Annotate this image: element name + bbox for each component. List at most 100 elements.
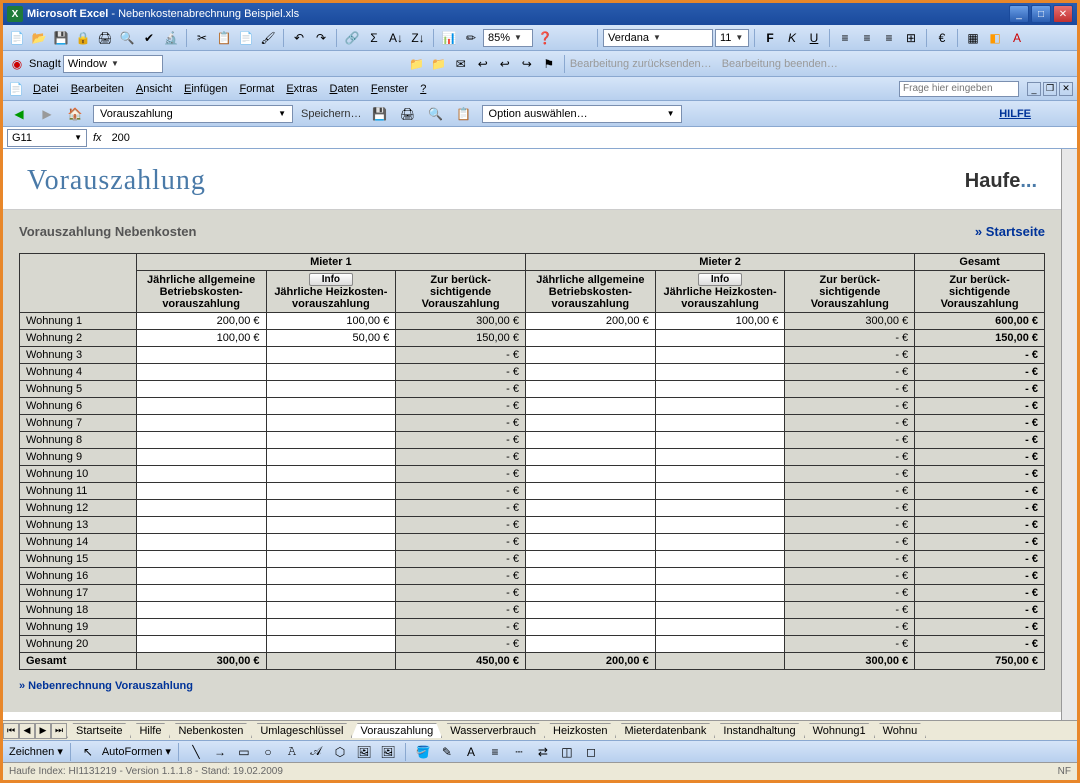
cell[interactable]	[525, 551, 655, 568]
folder2-icon[interactable]: 📁	[429, 54, 449, 74]
maximize-button[interactable]: □	[1031, 5, 1051, 23]
cell[interactable]	[525, 534, 655, 551]
cell[interactable]	[525, 466, 655, 483]
cell[interactable]	[136, 636, 266, 653]
zeichnen-menu[interactable]: Zeichnen ▾	[9, 745, 63, 758]
arrow-shape-icon[interactable]: →	[210, 742, 230, 762]
line-color-icon[interactable]: ✎	[437, 742, 457, 762]
cell[interactable]	[266, 466, 396, 483]
menu-item-ansicht[interactable]: Ansicht	[130, 81, 178, 97]
cell[interactable]	[136, 551, 266, 568]
snagit-icon[interactable]: ◉	[7, 54, 27, 74]
borders-icon[interactable]: ▦	[963, 28, 983, 48]
drawing-icon[interactable]: ✏	[461, 28, 481, 48]
back-icon[interactable]: ◀	[9, 104, 29, 124]
cell[interactable]	[136, 415, 266, 432]
sort-desc-icon[interactable]: Z↓	[408, 28, 428, 48]
fill-color-icon[interactable]: ◧	[985, 28, 1005, 48]
fill-color2-icon[interactable]: 🪣	[413, 742, 433, 762]
cell[interactable]	[525, 330, 655, 347]
align-left-icon[interactable]: ≡	[835, 28, 855, 48]
wordart-icon[interactable]: 𝒜	[306, 742, 326, 762]
minimize-button[interactable]: _	[1009, 5, 1029, 23]
print2-icon[interactable]: 🖨	[398, 104, 418, 124]
startseite-link[interactable]: » Startseite	[975, 224, 1045, 239]
cell[interactable]	[525, 619, 655, 636]
menu-item-extras[interactable]: Extras	[280, 81, 323, 97]
cell[interactable]	[136, 602, 266, 619]
folder-icon[interactable]: 📁	[407, 54, 427, 74]
cell[interactable]	[655, 449, 785, 466]
tab-nav-prev[interactable]: ◀	[19, 723, 35, 739]
clipart-icon[interactable]: 🖼	[354, 742, 374, 762]
cell[interactable]	[136, 619, 266, 636]
menu-item-format[interactable]: Format	[233, 81, 280, 97]
speichern-link[interactable]: Speichern…	[301, 108, 362, 120]
reply-icon[interactable]: ↩	[473, 54, 493, 74]
cell[interactable]	[266, 432, 396, 449]
help-search-input[interactable]	[899, 81, 1019, 97]
fontsize-dropdown[interactable]: 11▼	[715, 29, 749, 47]
preview2-icon[interactable]: 🔍	[426, 104, 446, 124]
cell[interactable]	[136, 347, 266, 364]
dash-style-icon[interactable]: ┄	[509, 742, 529, 762]
cell[interactable]: 100,00 €	[266, 313, 396, 330]
nebenrechnung-link[interactable]: » Nebenrechnung Vorauszahlung	[19, 680, 1045, 692]
cell[interactable]	[266, 602, 396, 619]
cell[interactable]	[266, 364, 396, 381]
print-icon[interactable]: 🖨	[95, 28, 115, 48]
cell[interactable]	[655, 398, 785, 415]
cell[interactable]	[525, 602, 655, 619]
cell[interactable]	[655, 364, 785, 381]
sort-asc-icon[interactable]: A↓	[386, 28, 406, 48]
cell[interactable]	[266, 534, 396, 551]
cell[interactable]	[136, 585, 266, 602]
chart-icon[interactable]: 📊	[439, 28, 459, 48]
cell[interactable]	[266, 585, 396, 602]
currency-icon[interactable]: €	[932, 28, 952, 48]
merge-icon[interactable]: ⊞	[901, 28, 921, 48]
tab-nav-first[interactable]: ⏮	[3, 723, 19, 739]
flag-icon[interactable]: ⚑	[539, 54, 559, 74]
cell[interactable]	[136, 568, 266, 585]
diagram-icon[interactable]: ⬡	[330, 742, 350, 762]
info-button-2[interactable]: Info	[698, 273, 742, 286]
undo-icon[interactable]: ↶	[289, 28, 309, 48]
oval-icon[interactable]: ○	[258, 742, 278, 762]
sheet-tab[interactable]: Wohnu	[874, 723, 927, 738]
cell[interactable]	[655, 483, 785, 500]
cell[interactable]	[525, 398, 655, 415]
help-icon[interactable]: ❓	[535, 28, 555, 48]
sheet-tab[interactable]: Wohnung1	[804, 723, 875, 738]
align-center-icon[interactable]: ≡	[857, 28, 877, 48]
cell[interactable]	[266, 500, 396, 517]
sheet-tab[interactable]: Nebenkosten	[169, 723, 252, 738]
cut-icon[interactable]: ✂	[192, 28, 212, 48]
name-box[interactable]: G11▼	[7, 129, 87, 147]
cell[interactable]	[525, 381, 655, 398]
cell[interactable]	[525, 517, 655, 534]
copy-icon[interactable]: 📋	[214, 28, 234, 48]
picture-icon[interactable]: 🖼	[378, 742, 398, 762]
cell[interactable]	[266, 483, 396, 500]
cell[interactable]	[655, 347, 785, 364]
cell[interactable]	[136, 381, 266, 398]
sheet-tab[interactable]: Wasserverbrauch	[441, 723, 545, 738]
print-preview-icon[interactable]: 🔍	[117, 28, 137, 48]
cell[interactable]	[266, 551, 396, 568]
cell[interactable]	[655, 568, 785, 585]
home-icon[interactable]: 🏠	[65, 104, 85, 124]
info-button-1[interactable]: Info	[309, 273, 353, 286]
align-right-icon[interactable]: ≡	[879, 28, 899, 48]
sheet-tab[interactable]: Umlageschlüssel	[251, 723, 352, 738]
menu-item-datei[interactable]: Datei	[27, 81, 65, 97]
cell[interactable]	[266, 517, 396, 534]
cell[interactable]	[655, 551, 785, 568]
cell[interactable]	[655, 619, 785, 636]
cell[interactable]	[266, 568, 396, 585]
worksheet-area[interactable]: Vorauszahlung Haufe... Vorauszahlung Neb…	[3, 149, 1061, 720]
menu-item-bearbeiten[interactable]: Bearbeiten	[65, 81, 130, 97]
envelope-icon[interactable]: ✉	[451, 54, 471, 74]
cell[interactable]: 100,00 €	[136, 330, 266, 347]
cell[interactable]	[525, 364, 655, 381]
